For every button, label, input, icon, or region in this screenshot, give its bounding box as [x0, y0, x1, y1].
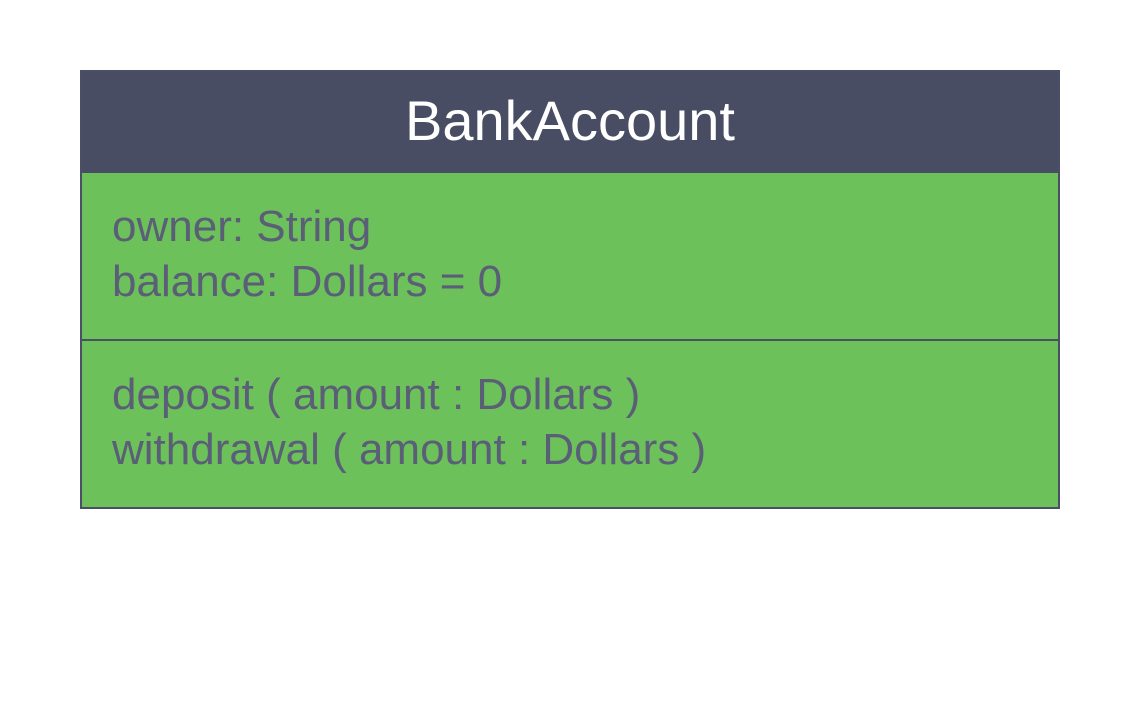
attribute-line: owner: String: [112, 199, 1028, 254]
class-name-header: BankAccount: [82, 72, 1058, 173]
method-line: deposit ( amount : Dollars ): [112, 367, 1028, 422]
class-name: BankAccount: [405, 89, 735, 152]
methods-section: deposit ( amount : Dollars ) withdrawal …: [82, 339, 1058, 507]
method-line: withdrawal ( amount : Dollars ): [112, 422, 1028, 477]
uml-class-box: BankAccount owner: String balance: Dolla…: [80, 70, 1060, 509]
attributes-section: owner: String balance: Dollars = 0: [82, 173, 1058, 339]
attribute-line: balance: Dollars = 0: [112, 254, 1028, 309]
